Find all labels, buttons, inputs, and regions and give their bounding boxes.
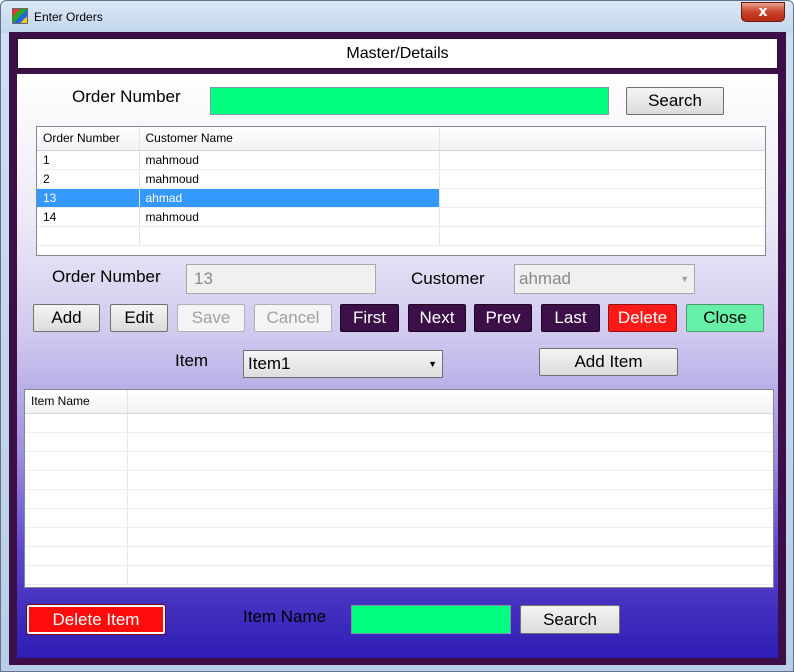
cell-empty xyxy=(127,489,773,509)
close-button[interactable]: Close xyxy=(686,304,764,332)
cell-empty xyxy=(127,451,773,471)
next-button[interactable]: Next xyxy=(408,304,466,332)
cell-empty xyxy=(127,546,773,566)
cell-order-number: 14 xyxy=(37,207,140,227)
cancel-button[interactable]: Cancel xyxy=(254,304,332,332)
cell-order-number: 1 xyxy=(37,150,140,170)
cell-empty xyxy=(25,413,128,433)
cell-empty xyxy=(439,226,765,246)
enter-orders-window: Enter Orders x Master/Details Order Numb… xyxy=(0,0,794,672)
item-select[interactable]: Item1 ▼ xyxy=(243,350,443,378)
cell-empty xyxy=(25,432,128,452)
item-label: Item xyxy=(175,351,209,370)
cell-empty xyxy=(25,451,128,471)
cell-customer-name: mahmoud xyxy=(139,169,440,189)
table-row-empty xyxy=(25,527,773,547)
cell-empty xyxy=(25,527,128,547)
cell-empty xyxy=(127,432,773,452)
table-row-empty xyxy=(25,546,773,566)
close-icon: x xyxy=(758,4,768,20)
add-item-button[interactable]: Add Item xyxy=(539,348,678,376)
cell-empty xyxy=(127,527,773,547)
cell-empty xyxy=(25,489,128,509)
window-close-button[interactable]: x xyxy=(741,2,785,22)
last-button[interactable]: Last xyxy=(541,304,600,332)
customer-select-value: ahmad xyxy=(519,269,571,288)
cell-filler xyxy=(439,188,765,208)
table-row[interactable]: 2 mahmoud xyxy=(37,169,765,189)
save-button[interactable]: Save xyxy=(177,304,245,332)
cell-order-number: 2 xyxy=(37,169,140,189)
cell-customer-name: mahmoud xyxy=(139,150,440,170)
prev-button[interactable]: Prev xyxy=(474,304,532,332)
search-orders-button[interactable]: Search xyxy=(626,87,724,115)
delete-item-button[interactable]: Delete Item xyxy=(26,604,166,635)
item-name-label: Item Name xyxy=(243,607,327,626)
table-row[interactable]: 1 mahmoud xyxy=(37,150,765,170)
column-header-filler xyxy=(127,390,773,414)
cell-empty xyxy=(25,565,128,585)
items-grid-header: Item Name xyxy=(25,390,773,414)
table-row-empty xyxy=(25,451,773,471)
cell-customer-name: ahmad xyxy=(139,188,440,208)
order-number-search-input[interactable] xyxy=(210,87,609,115)
column-header-filler xyxy=(439,127,765,151)
cell-filler xyxy=(439,150,765,170)
column-header-order-number[interactable]: Order Number xyxy=(37,127,140,151)
app-icon xyxy=(12,8,28,24)
table-row-empty xyxy=(25,432,773,452)
cell-empty xyxy=(127,508,773,528)
cell-empty xyxy=(139,226,440,246)
table-row[interactable]: 14 mahmoud xyxy=(37,207,765,227)
search-items-button[interactable]: Search xyxy=(520,605,620,634)
table-row-empty xyxy=(25,413,773,433)
order-number-field[interactable]: 13 xyxy=(186,264,376,294)
cell-empty xyxy=(25,470,128,490)
table-row-empty xyxy=(25,470,773,490)
orders-grid[interactable]: Order Number Customer Name 1 mahmoud 2 m… xyxy=(36,126,766,256)
column-header-item-name[interactable]: Item Name xyxy=(25,390,128,414)
order-number-label: Order Number xyxy=(52,267,161,286)
first-button[interactable]: First xyxy=(340,304,399,332)
customer-select[interactable]: ahmad ▼ xyxy=(514,264,695,294)
delete-button[interactable]: Delete xyxy=(608,304,677,332)
cell-order-number: 13 xyxy=(37,188,140,208)
master-details-title: Master/Details xyxy=(17,38,778,69)
cell-empty xyxy=(37,226,140,246)
cell-customer-name: mahmoud xyxy=(139,207,440,227)
customer-label: Customer xyxy=(411,269,485,288)
cell-empty xyxy=(25,508,128,528)
table-row-empty xyxy=(25,489,773,509)
item-name-input[interactable] xyxy=(351,605,511,634)
title-bar[interactable]: Enter Orders x xyxy=(1,1,793,33)
table-row-empty xyxy=(25,508,773,528)
orders-grid-header: Order Number Customer Name xyxy=(37,127,765,151)
table-row-empty xyxy=(37,226,765,246)
cell-filler xyxy=(439,169,765,189)
column-header-customer-name[interactable]: Customer Name xyxy=(139,127,440,151)
cell-empty xyxy=(25,546,128,566)
order-number-search-label: Order Number xyxy=(72,87,181,106)
add-button[interactable]: Add xyxy=(33,304,100,332)
edit-button[interactable]: Edit xyxy=(110,304,168,332)
cell-empty xyxy=(127,565,773,585)
chevron-down-icon: ▼ xyxy=(428,359,437,369)
cell-filler xyxy=(439,207,765,227)
item-select-value: Item1 xyxy=(248,354,291,373)
cell-empty xyxy=(127,413,773,433)
table-row-empty xyxy=(25,565,773,585)
items-grid[interactable]: Item Name xyxy=(24,389,774,588)
table-row-selected[interactable]: 13 ahmad xyxy=(37,188,765,208)
cell-empty xyxy=(127,470,773,490)
window-title: Enter Orders xyxy=(34,10,103,24)
chevron-down-icon: ▼ xyxy=(680,274,689,284)
